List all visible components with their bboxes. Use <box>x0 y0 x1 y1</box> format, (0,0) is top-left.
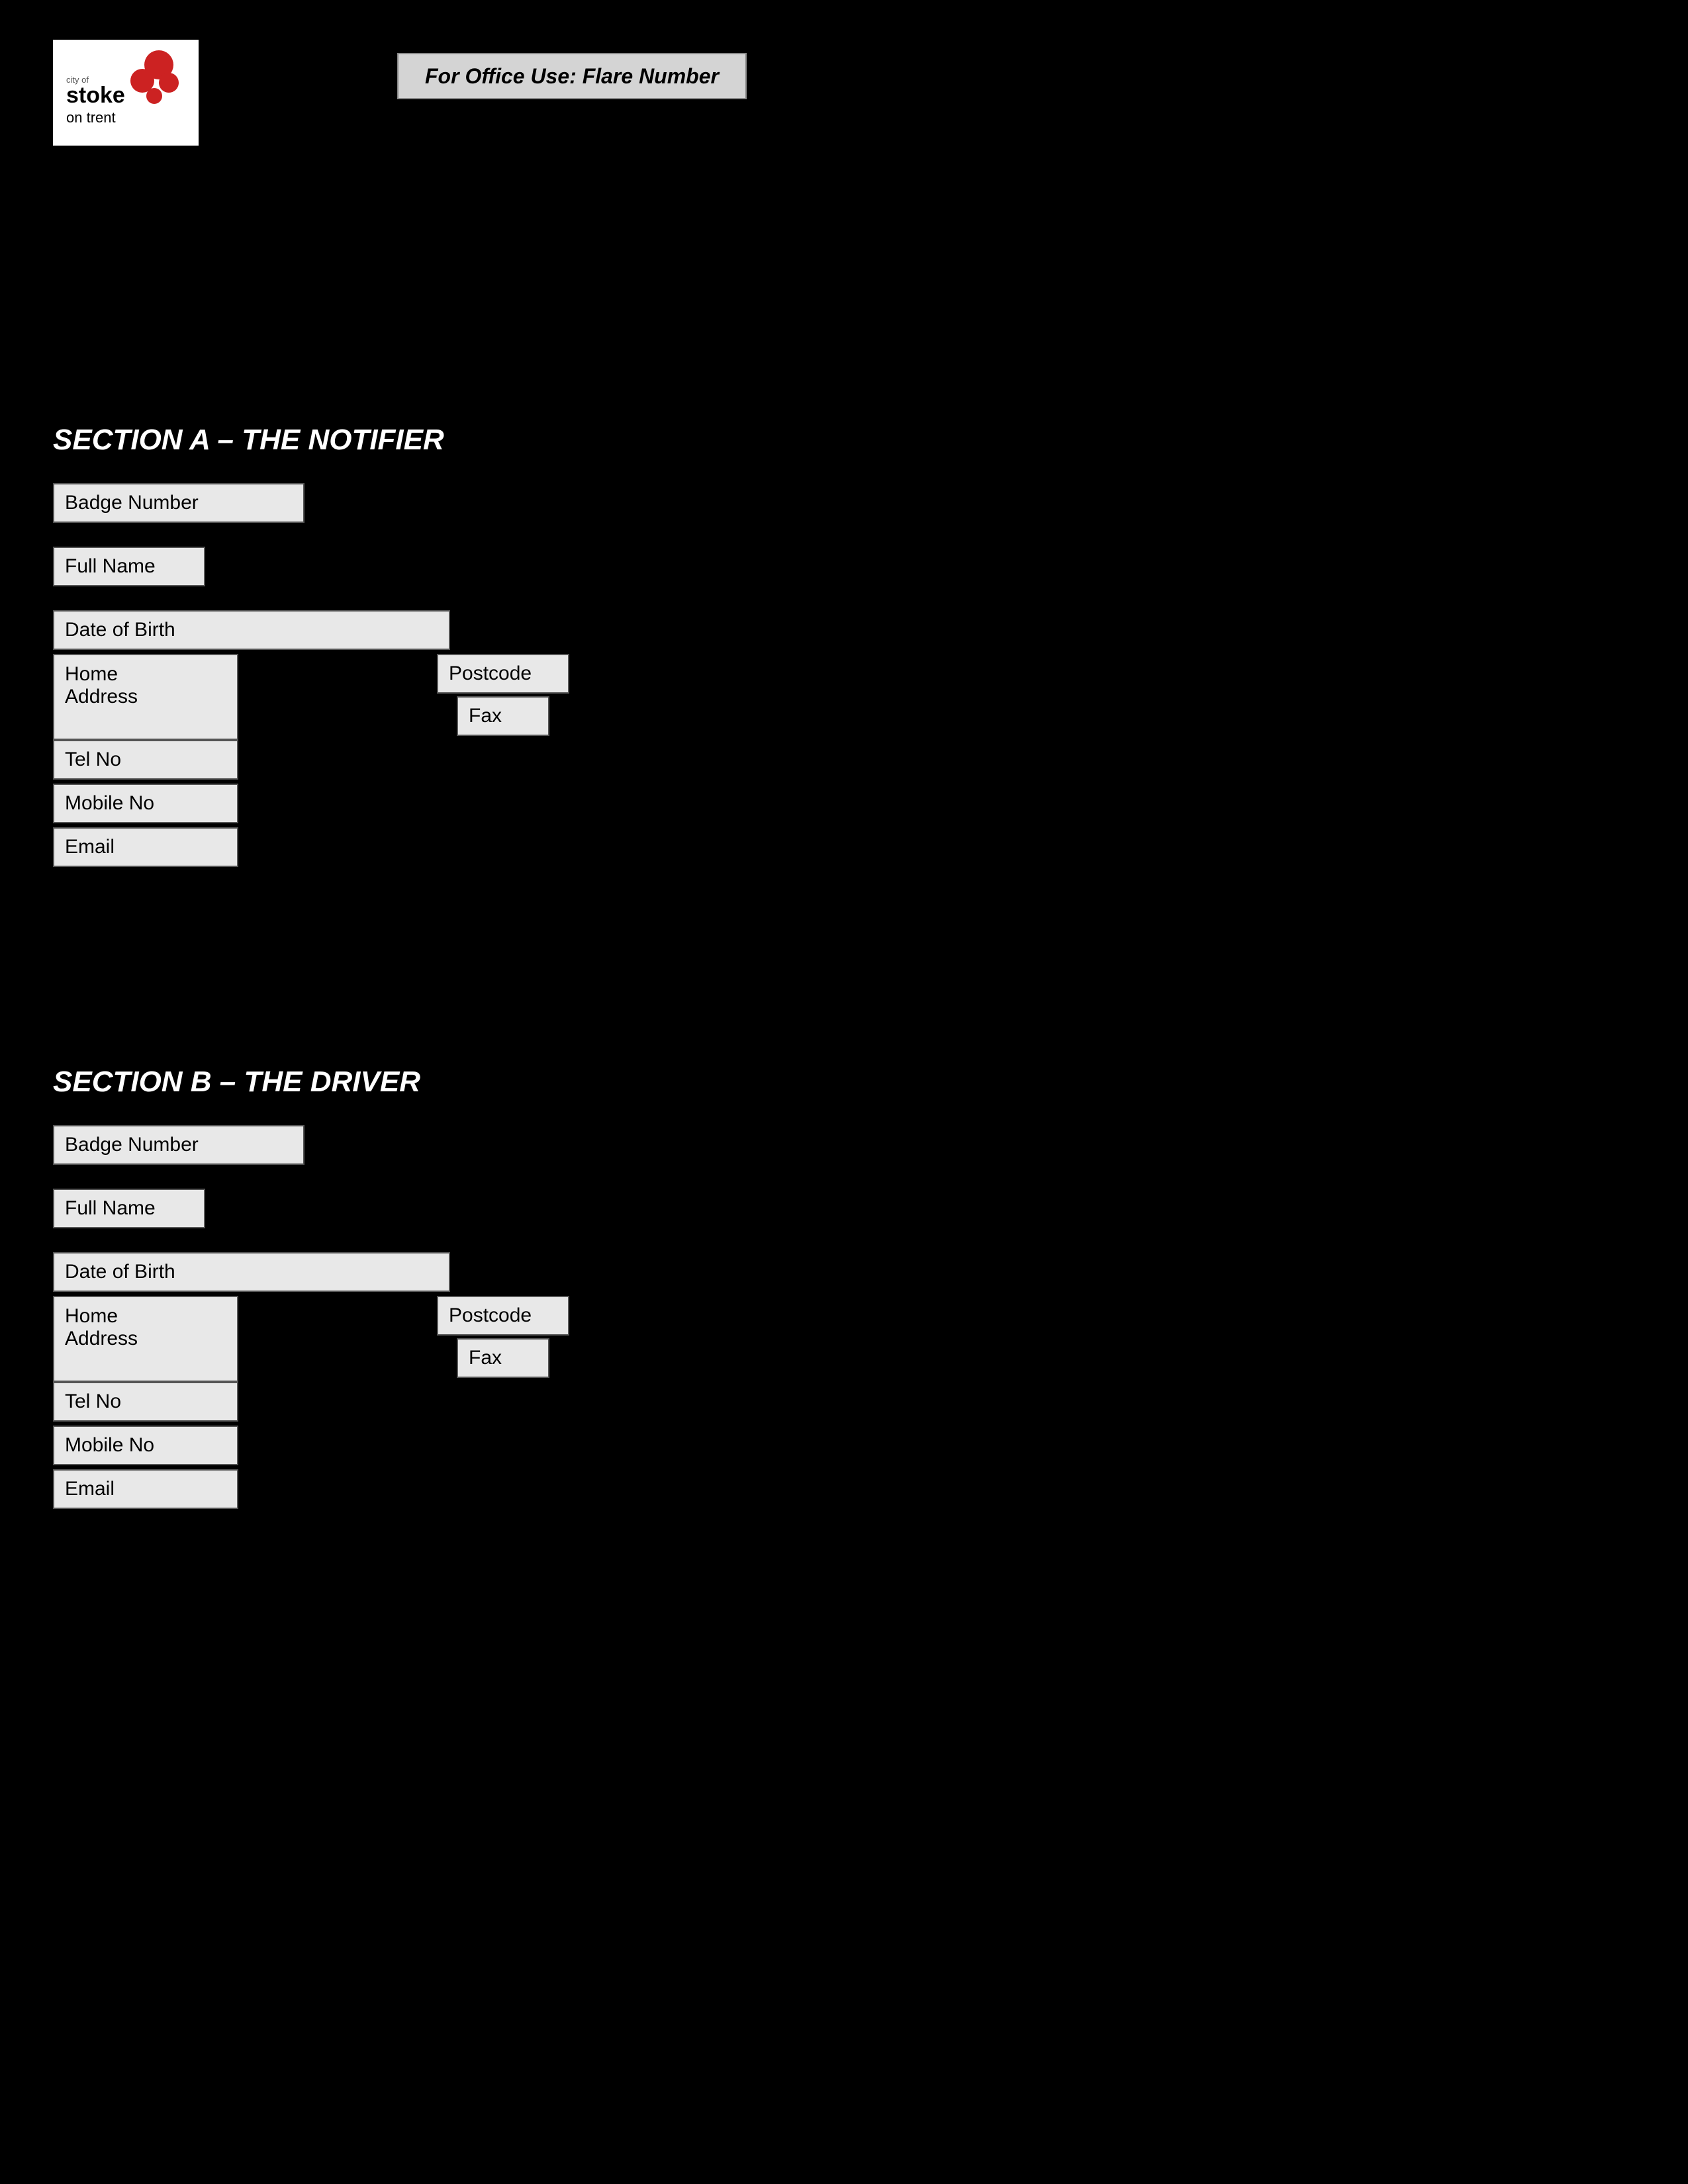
dob-label-b: Date of Birth <box>65 1261 175 1283</box>
section-a: SECTION A – THE NOTIFIER Badge Number Fu… <box>53 424 1635 867</box>
logo-container: city of stoke on trent <box>53 40 199 146</box>
home-address-field-b[interactable]: Home Address <box>53 1296 238 1382</box>
badge-number-field-b[interactable]: Badge Number <box>53 1125 305 1165</box>
fax-label-b: Fax <box>469 1347 502 1369</box>
mobile-no-label-a: Mobile No <box>65 792 154 815</box>
dob-field-b[interactable]: Date of Birth <box>53 1252 450 1292</box>
tel-no-label-a: Tel No <box>65 749 121 771</box>
page: city of stoke on trent For Office Use: F… <box>0 0 1688 2184</box>
address-col-b: Home Address <box>53 1296 238 1382</box>
mobile-no-field-a[interactable]: Mobile No <box>53 784 238 823</box>
tel-no-label-b: Tel No <box>65 1390 121 1413</box>
full-name-row-b: Full Name <box>53 1189 1635 1228</box>
home-address-label-a: Home Address <box>65 663 138 708</box>
tel-no-row-b: Tel No <box>53 1382 1635 1422</box>
full-name-field-b[interactable]: Full Name <box>53 1189 205 1228</box>
email-row-b: Email <box>53 1469 1635 1509</box>
address-section-b: Home Address Postcode Fax <box>53 1296 1635 1382</box>
postcode-label-b: Postcode <box>449 1304 532 1327</box>
email-label-a: Email <box>65 836 115 858</box>
tel-no-field-b[interactable]: Tel No <box>53 1382 238 1422</box>
mobile-no-field-b[interactable]: Mobile No <box>53 1426 238 1465</box>
postcode-field-b[interactable]: Postcode <box>437 1296 569 1336</box>
full-name-row-a: Full Name <box>53 547 1635 586</box>
badge-number-row-a: Badge Number <box>53 483 1635 523</box>
tel-no-row-a: Tel No <box>53 740 1635 780</box>
full-name-field-a[interactable]: Full Name <box>53 547 205 586</box>
section-a-title: SECTION A – THE NOTIFIER <box>53 424 1635 457</box>
address-col-a: Home Address <box>53 654 238 740</box>
office-use-label: For Office Use: Flare Number <box>425 64 719 89</box>
mobile-no-row-b: Mobile No <box>53 1426 1635 1465</box>
stoke-on-trent-logo: city of stoke on trent <box>63 46 189 139</box>
badge-number-label-a: Badge Number <box>65 492 199 514</box>
dob-row-b: Date of Birth <box>53 1252 1635 1292</box>
badge-number-field-a[interactable]: Badge Number <box>53 483 305 523</box>
postcode-label-a: Postcode <box>449 662 532 685</box>
mobile-no-row-a: Mobile No <box>53 784 1635 823</box>
address-section-a: Home Address Postcode Fax <box>53 654 1635 740</box>
badge-number-row-b: Badge Number <box>53 1125 1635 1165</box>
email-label-b: Email <box>65 1478 115 1500</box>
fax-field-a[interactable]: Fax <box>457 696 549 736</box>
full-name-label-b: Full Name <box>65 1197 156 1220</box>
email-row-a: Email <box>53 827 1635 867</box>
fax-label-a: Fax <box>469 705 502 727</box>
dob-field-a[interactable]: Date of Birth <box>53 610 450 650</box>
email-field-a[interactable]: Email <box>53 827 238 867</box>
badge-number-label-b: Badge Number <box>65 1134 199 1156</box>
postcode-fax-group-b: Postcode Fax <box>437 1296 569 1378</box>
email-field-b[interactable]: Email <box>53 1469 238 1509</box>
fax-field-b[interactable]: Fax <box>457 1338 549 1378</box>
home-address-field-a[interactable]: Home Address <box>53 654 238 740</box>
office-use-box: For Office Use: Flare Number <box>397 53 747 99</box>
tel-no-field-a[interactable]: Tel No <box>53 740 238 780</box>
postcode-fax-group-a: Postcode Fax <box>437 654 569 736</box>
home-address-label-b: Home Address <box>65 1305 138 1350</box>
section-b-title: SECTION B – THE DRIVER <box>53 1066 1635 1099</box>
dob-label-a: Date of Birth <box>65 619 175 641</box>
svg-text:on trent: on trent <box>66 109 116 126</box>
svg-text:stoke: stoke <box>66 83 125 108</box>
dob-row-a: Date of Birth <box>53 610 1635 650</box>
postcode-field-a[interactable]: Postcode <box>437 654 569 694</box>
section-b: SECTION B – THE DRIVER Badge Number Full… <box>53 1066 1635 1509</box>
mobile-no-label-b: Mobile No <box>65 1434 154 1457</box>
header: city of stoke on trent For Office Use: F… <box>53 40 1635 146</box>
full-name-label-a: Full Name <box>65 555 156 578</box>
